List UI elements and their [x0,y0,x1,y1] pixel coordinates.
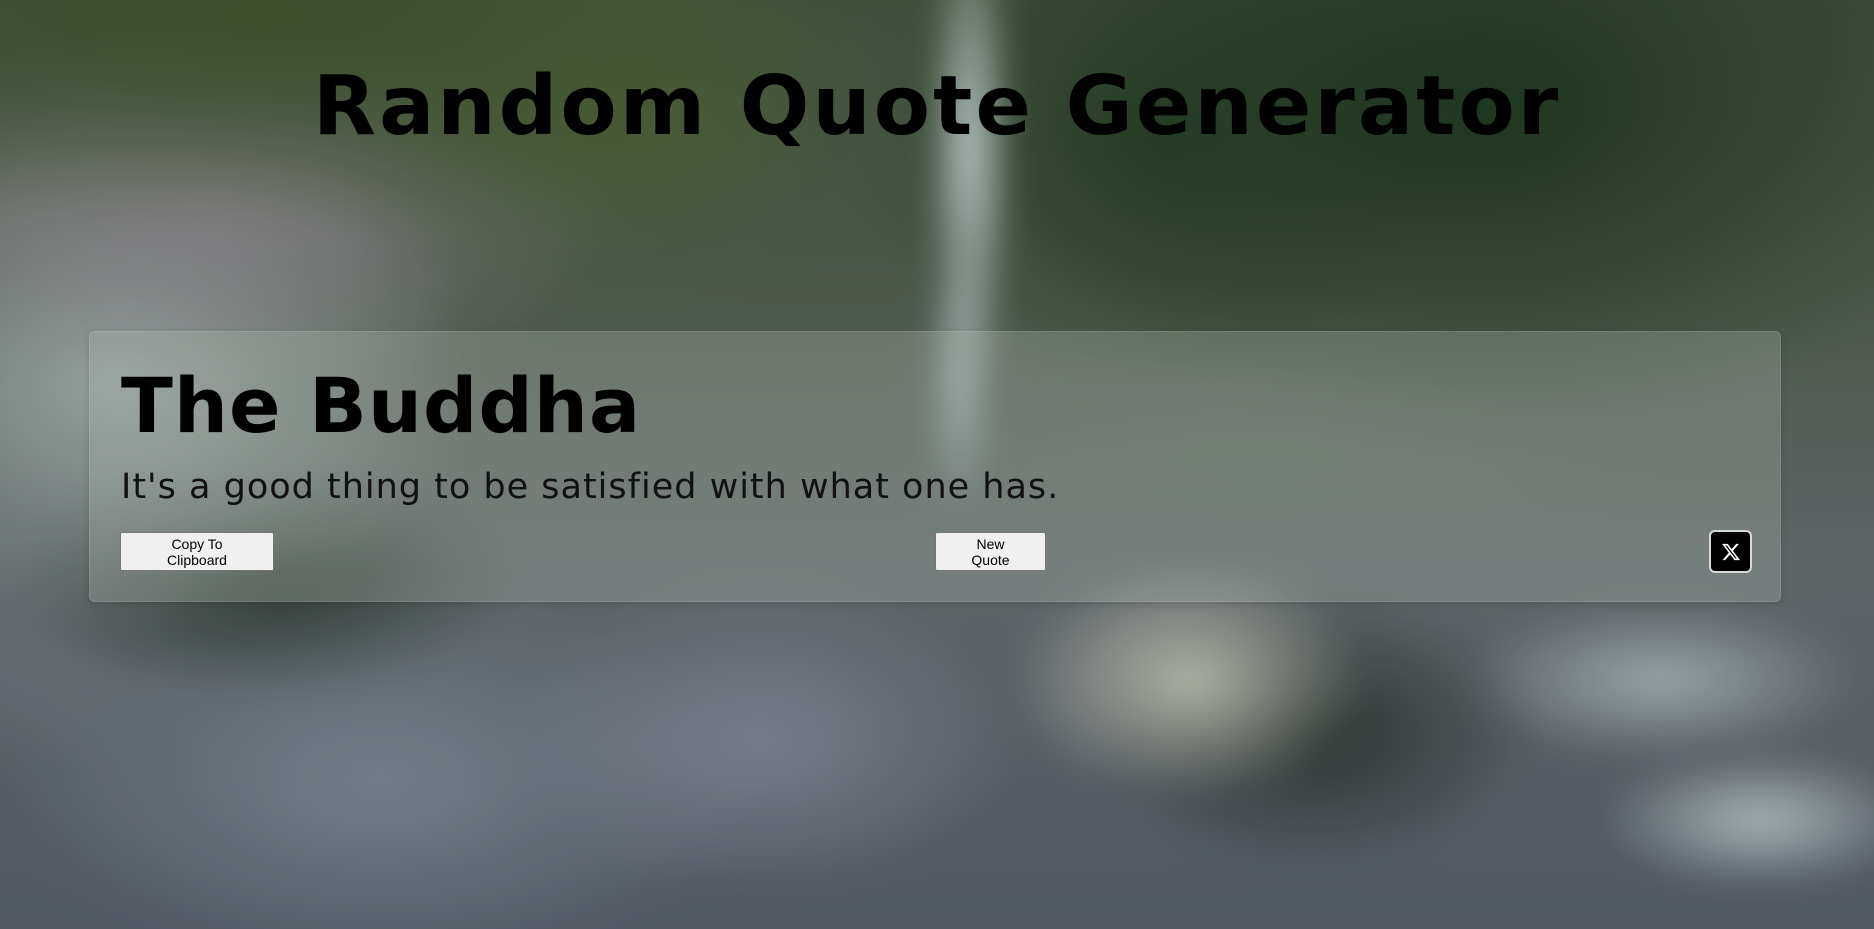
quote-author: The Buddha [121,361,642,450]
copy-to-clipboard-button[interactable]: Copy To Clipboard [120,532,274,571]
share-on-x-button[interactable] [1709,530,1752,573]
x-logo-icon [1721,542,1741,562]
quote-card: The Buddha It's a good thing to be satis… [89,331,1781,602]
quote-text: It's a good thing to be satisfied with w… [121,467,1060,507]
page-title: Random Quote Generator [312,59,1562,154]
new-quote-button[interactable]: New Quote [935,532,1046,571]
